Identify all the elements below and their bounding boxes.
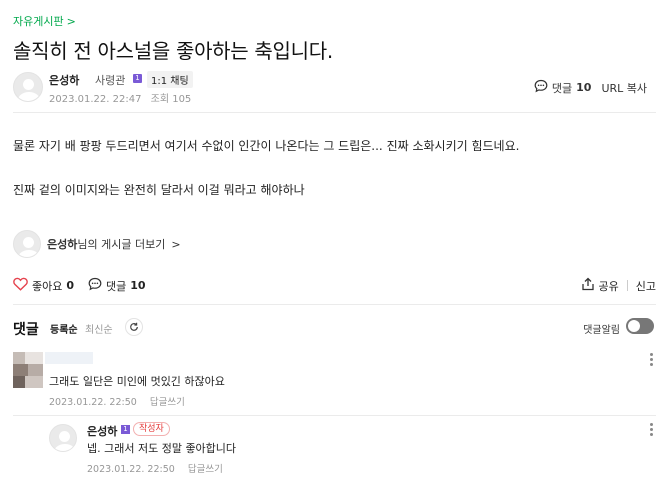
avatar[interactable] xyxy=(13,72,43,102)
avatar[interactable] xyxy=(49,424,77,452)
heart-icon xyxy=(13,277,28,294)
blurred-avatar[interactable] xyxy=(13,352,43,388)
comment-button[interactable]: 댓글 10 xyxy=(88,277,146,294)
reply-text: 넵. 그래서 저도 정말 좋아합니다 xyxy=(87,442,237,455)
board-link[interactable]: 자유게시판 > xyxy=(13,13,76,29)
comment-count-link[interactable]: 댓글 10 xyxy=(534,79,592,96)
comment-count: 10 xyxy=(576,81,592,94)
divider xyxy=(13,415,656,416)
share-label: 공유 xyxy=(598,279,619,293)
report-button[interactable]: 신고 xyxy=(636,278,656,294)
comment-label: 댓글 xyxy=(551,81,573,95)
share-button[interactable]: 공유 xyxy=(581,277,619,294)
level-badge: 1 xyxy=(121,425,130,434)
reply-button[interactable]: 답글쓰기 xyxy=(188,464,223,475)
more-options-icon[interactable] xyxy=(650,353,654,367)
comment-text: 그래도 일단은 미인에 멋있긴 하잖아요 xyxy=(49,375,225,388)
separator xyxy=(626,280,628,291)
post-date: 2023.01.22. 22:47 xyxy=(49,94,142,105)
more-options-icon[interactable] xyxy=(650,423,654,437)
divider xyxy=(13,304,656,305)
refresh-icon xyxy=(130,322,138,331)
divider xyxy=(13,112,656,113)
more-posts-author: 은성하 xyxy=(47,238,78,251)
reply-button[interactable]: 답글쓰기 xyxy=(150,397,185,408)
sort-registered-tab[interactable]: 등록순 xyxy=(50,321,78,336)
level-badge: 1 xyxy=(133,74,142,83)
author-rank: 사령관 xyxy=(95,74,126,87)
comment-alarm-label: 댓글알림 xyxy=(583,325,620,336)
chevron-right-icon: > xyxy=(171,237,181,251)
post-meta: 2023.01.22. 22:47 조회 105 xyxy=(49,90,197,105)
avatar xyxy=(13,230,41,258)
url-copy-button[interactable]: URL 복사 xyxy=(601,80,647,96)
writer-badge: 작성자 xyxy=(133,422,170,436)
comment-count: 10 xyxy=(130,279,146,292)
reply-author-name[interactable]: 은성하 xyxy=(87,423,117,439)
post-body-line-2: 진짜 겉의 이미지와는 완전히 달라서 이걸 뭐라고 해야하나 xyxy=(13,183,305,197)
comment-alarm-toggle[interactable] xyxy=(626,318,654,334)
like-label: 좋아요 xyxy=(32,279,63,293)
comments-heading: 댓글 xyxy=(13,322,39,338)
comment-label: 댓글 xyxy=(106,279,127,293)
post-body-line-1: 물론 자기 배 팡팡 두드리면서 여기서 수없이 인간이 나온다는 그 드립은.… xyxy=(13,139,520,153)
comment-icon xyxy=(88,277,102,294)
post-title: 솔직히 전 아스널을 좋아하는 축입니다. xyxy=(13,39,333,63)
more-posts-label: 님의 게시글 더보기 xyxy=(77,238,166,251)
author-name[interactable]: 은성하 xyxy=(49,72,79,88)
reply-meta: 2023.01.22. 22:50 답글쓰기 xyxy=(87,461,233,475)
post-action-bar: 좋아요 0 댓글 10 공유 신고 xyxy=(13,277,656,297)
board-name: 자유게시판 xyxy=(13,15,64,28)
refresh-button[interactable] xyxy=(125,318,143,336)
sort-latest-tab[interactable]: 최신순 xyxy=(85,321,113,336)
like-button[interactable]: 좋아요 0 xyxy=(13,277,74,294)
blurred-author-name xyxy=(45,352,93,364)
comment-date: 2023.01.22. 22:50 xyxy=(49,397,137,408)
share-icon xyxy=(581,277,595,294)
author-more-posts-link[interactable]: 은성하님의 게시글 더보기 > xyxy=(13,230,181,258)
chat-button[interactable]: 1:1 채팅 xyxy=(147,71,193,88)
comments-header: 댓글 등록순 최신순 댓글알림 xyxy=(13,318,656,338)
comment-meta: 2023.01.22. 22:50 답글쓰기 xyxy=(49,394,195,408)
chevron-right-icon: > xyxy=(66,14,76,28)
reply-date: 2023.01.22. 22:50 xyxy=(87,464,175,475)
comment-icon xyxy=(534,79,548,96)
post-top-actions: 댓글 10 URL 복사 xyxy=(534,79,647,96)
like-count: 0 xyxy=(66,279,75,292)
post-views: 조회 105 xyxy=(150,94,192,105)
